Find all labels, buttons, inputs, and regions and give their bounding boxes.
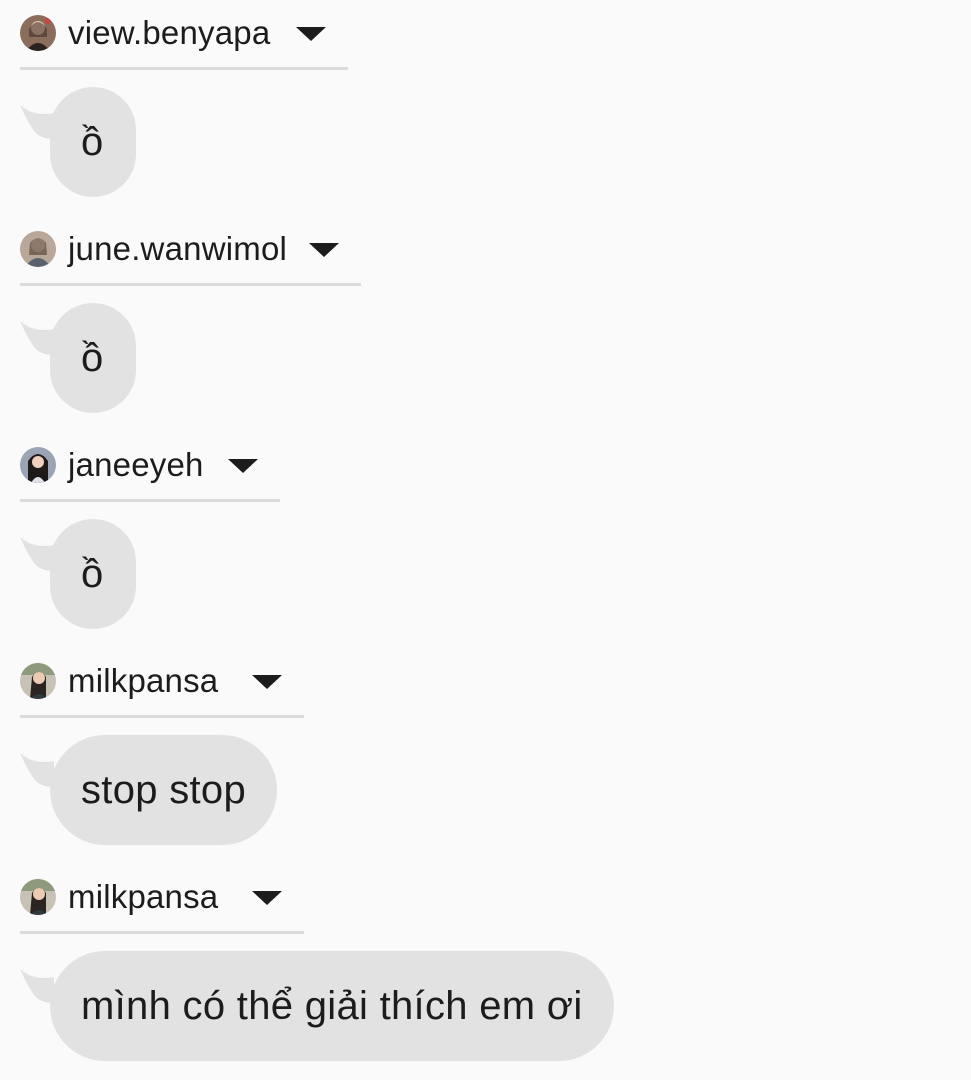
avatar[interactable]: [20, 231, 56, 267]
avatar[interactable]: [20, 879, 56, 915]
message-bubble[interactable]: stop stop: [50, 735, 278, 845]
message-bubble[interactable]: ồ: [50, 519, 136, 629]
avatar-photo-icon: [20, 447, 56, 483]
avatar[interactable]: [20, 663, 56, 699]
caret-down-icon[interactable]: [309, 243, 340, 257]
caret-down-icon[interactable]: [296, 27, 327, 41]
message: janeeyeh ồ: [0, 432, 971, 648]
sender-selector[interactable]: june.wanwimol: [20, 230, 362, 286]
bubble-tail-icon: [20, 537, 54, 571]
avatar-photo-icon: [20, 231, 56, 267]
message: june.wanwimol ồ: [0, 216, 971, 432]
sender-selector[interactable]: view.benyapa: [20, 14, 349, 70]
bubble-tail-icon: [20, 105, 54, 139]
sender-selector[interactable]: milkpansa: [20, 878, 305, 934]
avatar-photo-icon: [20, 663, 56, 699]
message-thread: view.benyapa ồ june.wanwimol ồ janeeyeh …: [0, 0, 971, 1080]
bubble-tail-icon: [20, 321, 54, 355]
caret-down-icon[interactable]: [252, 891, 283, 905]
avatar-photo-icon: [20, 15, 56, 51]
sender-username: janeeyeh: [68, 446, 204, 483]
sender-username: milkpansa: [68, 878, 219, 915]
sender-selector[interactable]: janeeyeh: [20, 446, 280, 502]
bubble-tail-icon: [20, 753, 54, 787]
message-bubble[interactable]: ồ: [50, 303, 136, 413]
avatar[interactable]: [20, 15, 56, 51]
sender-selector[interactable]: milkpansa: [20, 662, 305, 718]
sender-username: view.benyapa: [68, 14, 271, 51]
caret-down-icon[interactable]: [227, 459, 258, 473]
caret-down-icon[interactable]: [252, 675, 283, 689]
message: milkpansa mình có thể giải thích em ơi: [0, 864, 971, 1080]
message-bubble[interactable]: mình có thể giải thích em ơi: [50, 951, 614, 1061]
avatar[interactable]: [20, 447, 56, 483]
message: view.benyapa ồ: [0, 0, 971, 216]
message: milkpansa stop stop: [0, 648, 971, 864]
avatar-photo-icon: [20, 879, 56, 915]
sender-username: june.wanwimol: [68, 230, 288, 267]
bubble-tail-icon: [20, 969, 54, 1003]
message-bubble[interactable]: ồ: [50, 87, 136, 197]
sender-username: milkpansa: [68, 662, 219, 699]
